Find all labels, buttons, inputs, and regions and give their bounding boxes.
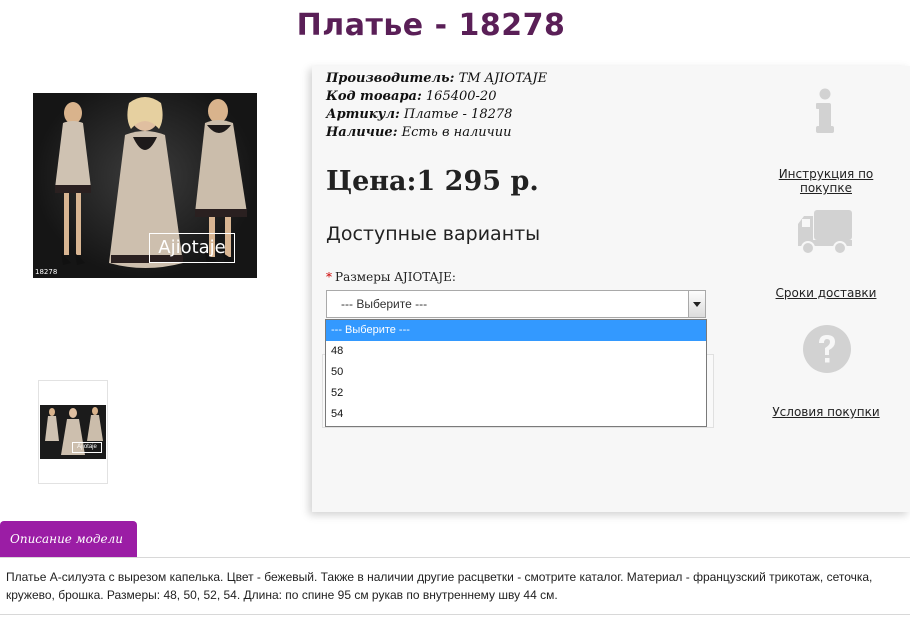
variants-title: Доступные варианты	[326, 223, 541, 245]
description-text: Платье А-силуэта с вырезом капелька. Цве…	[6, 570, 873, 602]
question-icon	[803, 325, 851, 373]
sku-label: Артикул:	[326, 107, 400, 122]
size-option[interactable]: 50	[326, 362, 706, 383]
thumbnail-brand-logo: Ajiotaje	[72, 442, 102, 453]
required-mark: *	[326, 270, 332, 284]
purchase-terms-link[interactable]: Условия покупки	[756, 405, 896, 419]
sku-row: Артикул: Платье - 18278	[326, 106, 547, 124]
size-options-list: --- Выберите --- 48 50 52 54	[325, 319, 707, 427]
sizes-label: * Размеры AJIOTAJE:	[326, 270, 456, 284]
stock-value: Есть в наличии	[401, 125, 512, 140]
product-meta: Производитель: ТМ AJIOTAJE Код товара: 1…	[326, 70, 547, 142]
size-select[interactable]: --- Выберите ---	[326, 290, 706, 318]
main-product-image[interactable]: Ajiotaje 18278	[33, 93, 257, 278]
page-title: Платье - 18278	[296, 8, 566, 43]
thumbnail-image: Ajiotaje	[40, 405, 106, 459]
product-page: Платье - 18278 Ajiotaje 18278 Ajiotaje П…	[0, 0, 910, 627]
divider	[0, 614, 910, 615]
size-option[interactable]: --- Выберите ---	[326, 320, 706, 341]
price-value: 1 295 р.	[416, 166, 539, 197]
size-option[interactable]: 48	[326, 341, 706, 362]
product-code-value: 165400-20	[425, 89, 497, 104]
purchase-instructions-link[interactable]: Инструкция по покупке	[756, 167, 896, 195]
price-label: Цена:	[326, 166, 417, 197]
chevron-down-icon[interactable]	[688, 291, 705, 317]
product-code-label: Код товара:	[326, 89, 422, 104]
sku-value: Платье - 18278	[403, 107, 513, 122]
price: Цена:1 295 р.	[326, 166, 539, 197]
size-option[interactable]: 54	[326, 404, 706, 425]
stock-label: Наличие:	[326, 125, 398, 140]
manufacturer-label: Производитель:	[326, 71, 455, 86]
image-brand-logo: Ajiotaje	[149, 233, 235, 263]
stock-row: Наличие: Есть в наличии	[326, 124, 547, 142]
tab-description[interactable]: Описание модели	[0, 521, 137, 557]
info-icon	[816, 88, 834, 133]
manufacturer-value: ТМ AJIOTAJE	[458, 71, 548, 86]
size-option[interactable]: 52	[326, 383, 706, 404]
product-code-row: Код товара: 165400-20	[326, 88, 547, 106]
product-thumbnail[interactable]: Ajiotaje	[38, 380, 108, 484]
sizes-label-text: Размеры AJIOTAJE:	[335, 270, 456, 284]
image-code-label: 18278	[35, 268, 58, 276]
manufacturer-row: Производитель: ТМ AJIOTAJE	[326, 70, 547, 88]
truck-icon	[798, 210, 852, 255]
delivery-terms-link[interactable]: Сроки доставки	[756, 286, 896, 300]
divider	[0, 557, 910, 558]
size-select-value: --- Выберите ---	[341, 297, 428, 311]
product-info-panel: Производитель: ТМ AJIOTAJE Код товара: 1…	[312, 66, 910, 512]
